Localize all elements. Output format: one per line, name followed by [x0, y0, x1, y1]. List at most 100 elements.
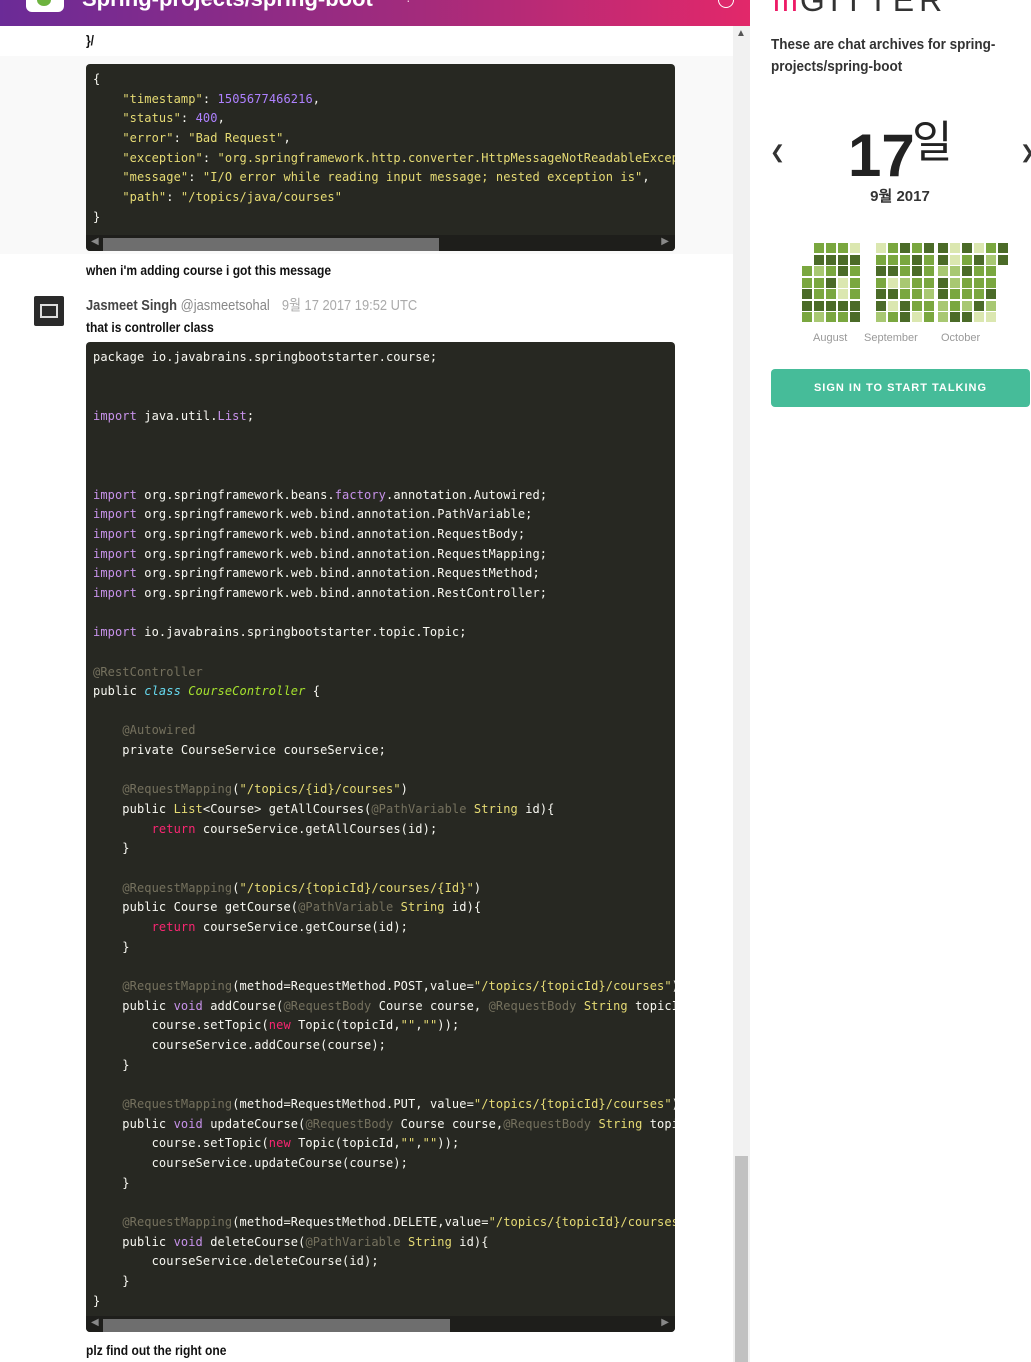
heatmap-day-cell[interactable] [838, 289, 848, 299]
heatmap-day-cell[interactable] [814, 300, 824, 311]
heatmap-day-cell[interactable] [802, 266, 812, 276]
heatmap-day-cell[interactable] [998, 254, 1008, 265]
heatmap-day-cell[interactable] [826, 277, 836, 288]
author-name[interactable]: Jasmeet Singh [86, 297, 177, 314]
heatmap-day-cell[interactable] [826, 243, 836, 253]
heatmap-day-cell[interactable] [826, 266, 836, 276]
heatmap-day-cell[interactable] [962, 266, 972, 276]
heatmap-day-cell[interactable] [876, 266, 886, 276]
heatmap-day-cell[interactable] [814, 289, 824, 299]
heatmap-day-cell[interactable] [962, 243, 972, 253]
heatmap-day-cell[interactable] [962, 277, 972, 288]
heatmap-day-cell[interactable] [912, 277, 922, 288]
heatmap-day-cell[interactable] [802, 277, 812, 288]
heatmap-day-cell[interactable] [900, 254, 910, 265]
heatmap-day-cell[interactable] [950, 266, 960, 276]
heatmap-day-cell[interactable] [876, 254, 886, 265]
heatmap-day-cell[interactable] [814, 266, 824, 276]
room-avatar-icon[interactable] [26, 0, 64, 12]
heatmap-day-cell[interactable] [888, 243, 898, 253]
heatmap-day-cell[interactable] [986, 243, 996, 253]
heatmap-day-cell[interactable] [986, 312, 996, 322]
heatmap-day-cell[interactable] [850, 312, 860, 322]
heatmap-day-cell[interactable] [962, 300, 972, 311]
scroll-up-icon[interactable]: ▲ [736, 28, 746, 39]
heatmap-day-cell[interactable] [888, 289, 898, 299]
scroll-right-icon[interactable]: ▶ [661, 236, 669, 247]
heatmap-day-cell[interactable] [962, 289, 972, 299]
heatmap-day-cell[interactable] [826, 300, 836, 311]
heatmap-day-cell[interactable] [814, 254, 824, 265]
heatmap-day-cell[interactable] [950, 243, 960, 253]
heatmap-day-cell[interactable] [838, 243, 848, 253]
heatmap-day-cell[interactable] [974, 289, 984, 299]
heatmap-day-cell[interactable] [974, 277, 984, 288]
scroll-thumb[interactable] [103, 238, 439, 251]
scroll-thumb[interactable] [103, 1319, 450, 1332]
heatmap-day-cell[interactable] [938, 266, 948, 276]
heatmap-day-cell[interactable] [900, 266, 910, 276]
heatmap-day-cell[interactable] [900, 289, 910, 299]
heatmap-day-cell[interactable] [938, 277, 948, 288]
heatmap-day-cell[interactable] [850, 300, 860, 311]
heatmap-day-cell[interactable] [900, 312, 910, 322]
heatmap-day-cell[interactable] [912, 254, 922, 265]
heatmap-day-cell[interactable] [950, 277, 960, 288]
chevron-right-icon[interactable]: ❯ [1020, 142, 1031, 163]
heatmap-day-cell[interactable] [802, 312, 812, 322]
heatmap-day-cell[interactable] [912, 289, 922, 299]
heatmap-day-cell[interactable] [962, 312, 972, 322]
heatmap-day-cell[interactable] [912, 243, 922, 253]
heatmap-day-cell[interactable] [974, 243, 984, 253]
author-username[interactable]: @jasmeetsohal [181, 297, 270, 314]
gitter-logo[interactable]: ılıGITTER [772, 0, 947, 19]
heatmap-day-cell[interactable] [912, 300, 922, 311]
heatmap-day-cell[interactable] [826, 254, 836, 265]
scroll-left-icon[interactable]: ◀ [91, 236, 99, 247]
heatmap-day-cell[interactable] [900, 277, 910, 288]
heatmap-day-cell[interactable] [938, 312, 948, 322]
heatmap-day-cell[interactable] [924, 289, 934, 299]
scroll-thumb[interactable] [735, 1156, 748, 1362]
code-horizontal-scrollbar[interactable]: ◀ ▶ [86, 1316, 675, 1332]
heatmap-day-cell[interactable] [924, 277, 934, 288]
heatmap-day-cell[interactable] [950, 254, 960, 265]
heatmap-day-cell[interactable] [924, 266, 934, 276]
heatmap-day-cell[interactable] [888, 277, 898, 288]
heatmap-day-cell[interactable] [876, 277, 886, 288]
sign-in-button[interactable]: SIGN IN TO START TALKING [771, 369, 1030, 407]
heatmap-day-cell[interactable] [850, 289, 860, 299]
heatmap-day-cell[interactable] [802, 300, 812, 311]
heatmap-day-cell[interactable] [838, 266, 848, 276]
heatmap-day-cell[interactable] [900, 300, 910, 311]
heatmap-day-cell[interactable] [986, 300, 996, 311]
heatmap-day-cell[interactable] [938, 254, 948, 265]
heatmap-day-cell[interactable] [986, 277, 996, 288]
heatmap-day-cell[interactable] [924, 243, 934, 253]
heatmap-day-cell[interactable] [924, 312, 934, 322]
heatmap-day-cell[interactable] [888, 266, 898, 276]
heatmap-day-cell[interactable] [850, 254, 860, 265]
heatmap-day-cell[interactable] [826, 312, 836, 322]
heatmap-day-cell[interactable] [888, 300, 898, 311]
chat-scrollbar[interactable]: ▲ [733, 26, 750, 1362]
heatmap-day-cell[interactable] [876, 312, 886, 322]
heatmap-day-cell[interactable] [938, 289, 948, 299]
heatmap-day-cell[interactable] [924, 254, 934, 265]
heatmap-day-cell[interactable] [850, 243, 860, 253]
heatmap-day-cell[interactable] [888, 312, 898, 322]
globe-icon[interactable] [718, 0, 734, 8]
heatmap-day-cell[interactable] [950, 300, 960, 311]
heatmap-day-cell[interactable] [814, 277, 824, 288]
heatmap-day-cell[interactable] [986, 289, 996, 299]
heatmap-day-cell[interactable] [974, 312, 984, 322]
heatmap-day-cell[interactable] [838, 300, 848, 311]
heatmap-day-cell[interactable] [814, 243, 824, 253]
room-title[interactable]: Spring-projects/spring-boot [82, 0, 373, 12]
heatmap-day-cell[interactable] [962, 254, 972, 265]
heatmap-day-cell[interactable] [876, 300, 886, 311]
heatmap-day-cell[interactable] [912, 266, 922, 276]
code-horizontal-scrollbar[interactable]: ◀ ▶ [86, 235, 675, 251]
avatar[interactable] [34, 296, 64, 326]
heatmap-day-cell[interactable] [986, 266, 996, 276]
